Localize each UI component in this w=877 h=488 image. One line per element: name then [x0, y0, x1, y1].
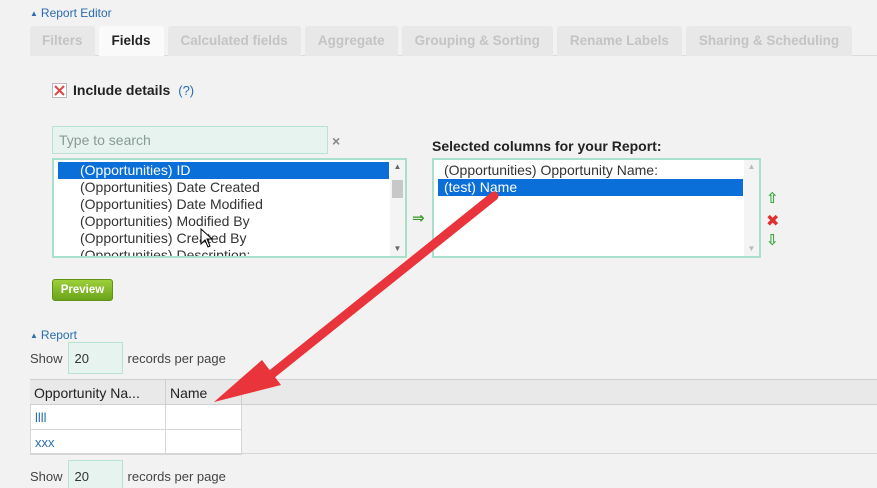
selected-column-item[interactable]: (test) Name [438, 179, 743, 196]
move-down-icon[interactable]: ⇩ [766, 231, 779, 249]
editor-tabs: Filters Fields Calculated fields Aggrega… [30, 26, 877, 56]
tab-filters[interactable]: Filters [30, 26, 95, 56]
selected-column-item[interactable]: (Opportunities) Opportunity Name: [438, 162, 743, 179]
preview-button[interactable]: Preview [52, 279, 113, 301]
scroll-up-icon[interactable]: ▲ [390, 160, 405, 174]
available-columns-list[interactable]: (Opportunities) ID (Opportunities) Date … [52, 158, 407, 258]
report-toggle[interactable]: ▲ Report [30, 328, 77, 342]
records-per-page-label: records per page [127, 350, 226, 366]
show-label: Show [30, 350, 63, 366]
cell-name [166, 430, 242, 454]
grid-bottom-divider [30, 453, 877, 454]
available-column-item[interactable]: (Opportunities) Description: [58, 247, 389, 256]
tab-rename-labels[interactable]: Rename Labels [556, 26, 682, 56]
move-up-icon[interactable]: ⇧ [766, 189, 779, 207]
column-search-input[interactable] [52, 126, 328, 154]
column-header-opportunity-name[interactable]: Opportunity Na... [30, 380, 166, 404]
available-column-item[interactable]: (Opportunities) ID [58, 162, 389, 179]
report-editor-toggle[interactable]: ▲ Report Editor [30, 6, 112, 20]
tab-calculated-fields[interactable]: Calculated fields [167, 26, 301, 56]
tab-aggregate[interactable]: Aggregate [304, 26, 398, 56]
collapse-triangle-icon: ▲ [30, 330, 38, 340]
cell-name [166, 405, 242, 429]
collapse-triangle-icon: ▲ [30, 8, 38, 18]
available-list-scrollbar[interactable]: ▲ ▼ [390, 160, 405, 256]
add-column-arrow-icon[interactable]: ⇒ [412, 209, 425, 227]
available-column-item[interactable]: (Opportunities) Created By [58, 230, 389, 247]
column-header-name[interactable]: Name [166, 380, 242, 404]
selected-columns-title: Selected columns for your Report: [432, 138, 662, 154]
records-per-page-bottom: Show records per page [30, 460, 226, 488]
scroll-up-icon[interactable]: ▲ [744, 160, 759, 174]
report-editor-label: Report Editor [40, 6, 112, 20]
scroll-down-icon[interactable]: ▼ [744, 242, 759, 256]
tab-sharing-scheduling[interactable]: Sharing & Scheduling [685, 26, 853, 56]
records-per-page-label: records per page [127, 468, 226, 484]
selected-list-scrollbar[interactable]: ▲ ▼ [744, 160, 759, 256]
available-column-item[interactable]: (Opportunities) Date Created [58, 179, 389, 196]
remove-column-icon[interactable]: ✖ [766, 211, 779, 231]
include-details-label: Include details [73, 82, 171, 98]
cell-opportunity-name[interactable]: llll [31, 405, 166, 429]
table-row: llll [30, 405, 242, 430]
records-per-page-input[interactable] [67, 342, 123, 374]
clear-search-icon[interactable]: × [332, 133, 340, 149]
table-row: xxx [30, 430, 242, 455]
records-per-page-input[interactable] [67, 460, 123, 488]
report-label: Report [40, 328, 77, 342]
selected-columns-list[interactable]: (Opportunities) Opportunity Name: (test)… [432, 158, 761, 258]
include-details-row: Include details (?) [52, 82, 194, 98]
available-column-item[interactable]: (Opportunities) Date Modified [58, 196, 389, 213]
help-link[interactable]: (?) [178, 83, 194, 98]
mouse-pointer-icon [200, 228, 214, 248]
include-details-checkbox[interactable] [52, 82, 67, 98]
tab-fields[interactable]: Fields [98, 26, 164, 56]
available-column-item[interactable]: (Opportunities) Modified By [58, 213, 389, 230]
tab-grouping-sorting[interactable]: Grouping & Sorting [401, 26, 553, 56]
checkbox-x-icon [54, 84, 65, 96]
scroll-thumb[interactable] [392, 180, 403, 198]
scroll-down-icon[interactable]: ▼ [390, 242, 405, 256]
show-label: Show [30, 468, 63, 484]
records-per-page-top: Show records per page [30, 342, 226, 374]
cell-opportunity-name[interactable]: xxx [31, 430, 166, 454]
report-grid-header: Opportunity Na... Name [30, 379, 877, 405]
